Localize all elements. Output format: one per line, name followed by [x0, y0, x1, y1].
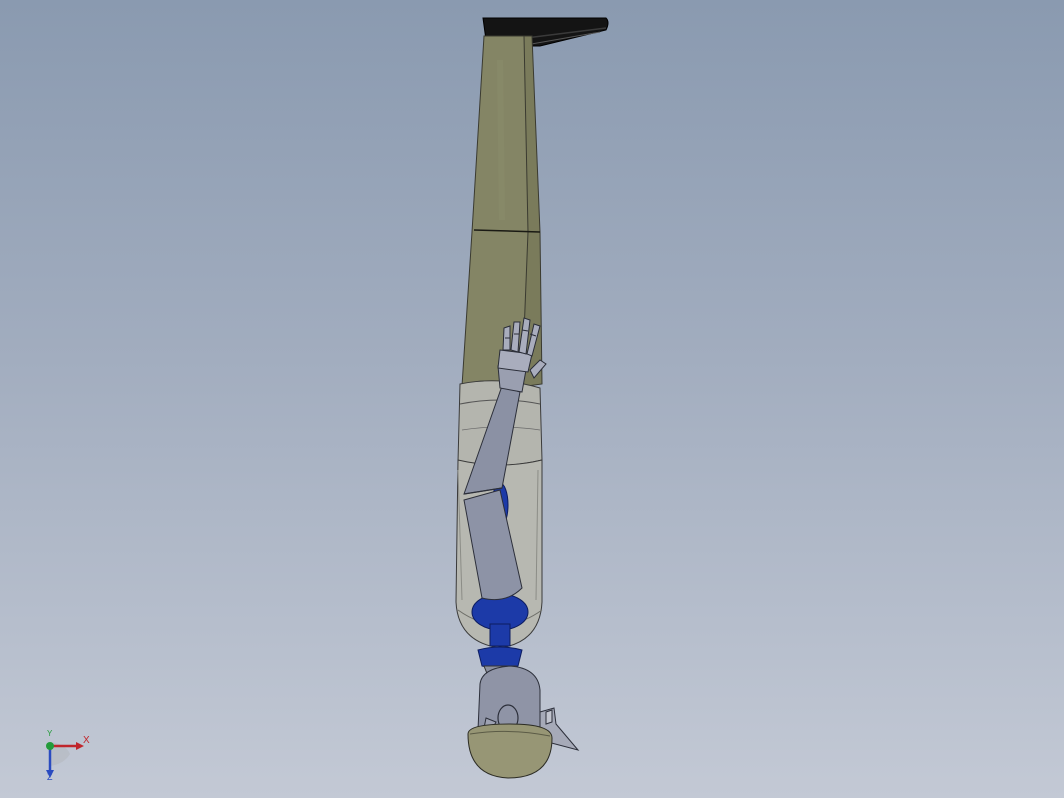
graphics-viewport[interactable]: X Y Z: [0, 0, 1064, 798]
legs: [461, 35, 543, 389]
head: [467, 665, 580, 779]
y-axis-label: Y: [47, 729, 53, 738]
coordinate-triad: X Y Z: [36, 728, 100, 784]
y-axis-dot: [46, 742, 54, 750]
x-axis-label: X: [83, 735, 90, 746]
z-axis-label: Z: [47, 772, 53, 782]
face-dome: [467, 723, 553, 779]
neck-joint: [477, 646, 523, 669]
humanoid-model[interactable]: [0, 0, 1064, 798]
